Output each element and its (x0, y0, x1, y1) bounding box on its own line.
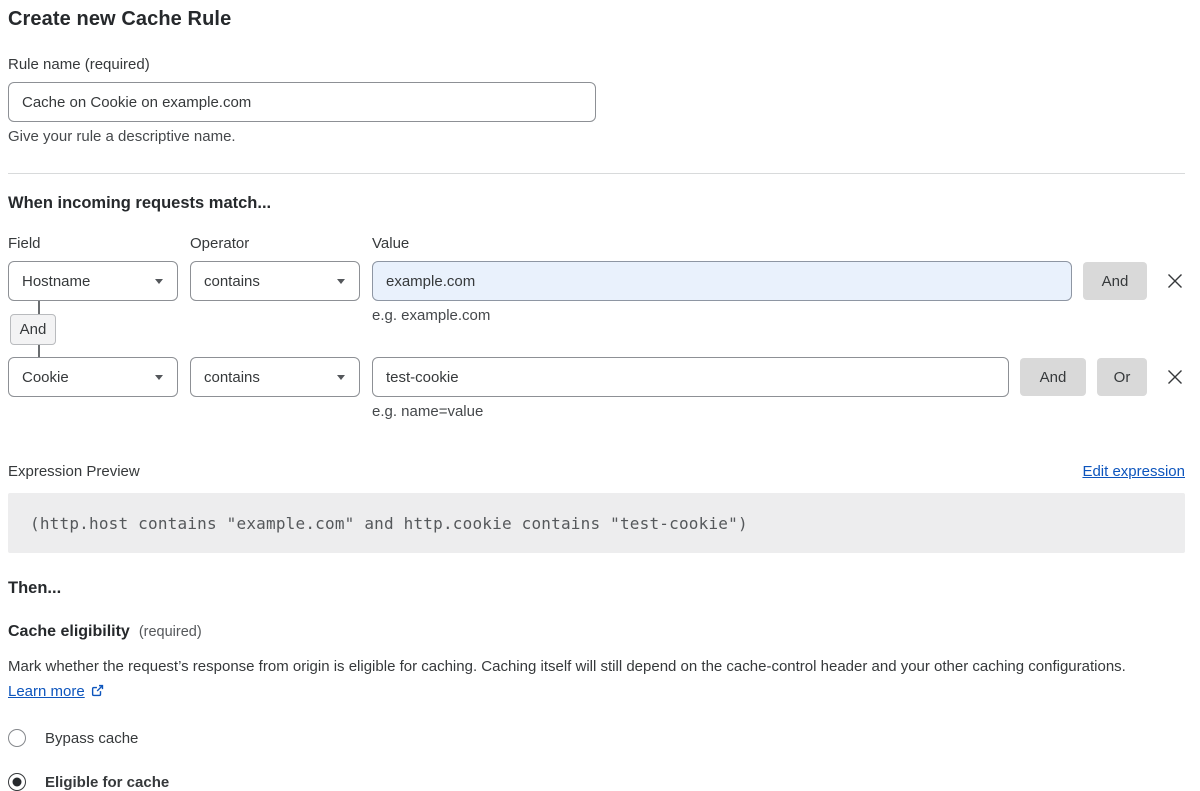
value-input[interactable] (372, 357, 1009, 397)
field-select[interactable]: Hostname (8, 261, 178, 301)
match-section-heading: When incoming requests match... (8, 194, 1185, 213)
condition-row: Hostname contains And (8, 261, 1185, 301)
add-or-condition-button[interactable]: Or (1097, 358, 1147, 396)
chevron-down-icon (155, 375, 163, 380)
value-hint: e.g. example.com (372, 307, 490, 324)
section-divider (8, 173, 1185, 174)
field-select-value: Cookie (22, 369, 69, 386)
cache-eligibility-heading: Cache eligibility (8, 623, 130, 641)
expression-preview-label: Expression Preview (8, 463, 140, 480)
eligibility-description: Mark whether the request’s response from… (8, 655, 1173, 706)
condition-connector-chip: And (10, 314, 56, 345)
edit-expression-link[interactable]: Edit expression (1082, 463, 1185, 480)
add-and-condition-button[interactable]: And (1020, 358, 1086, 396)
expression-code: (http.host contains "example.com" and ht… (30, 514, 748, 533)
radio-button-selected[interactable] (8, 773, 26, 791)
radio-option-bypass-cache[interactable]: Bypass cache (8, 729, 1185, 747)
remove-condition-button[interactable] (1165, 367, 1185, 387)
chevron-down-icon (155, 279, 163, 284)
rule-name-input[interactable] (8, 82, 596, 122)
add-and-condition-button[interactable]: And (1083, 262, 1147, 300)
operator-select[interactable]: contains (190, 261, 360, 301)
radio-option-eligible-for-cache[interactable]: Eligible for cache (8, 773, 1185, 791)
column-label-field: Field (8, 235, 190, 252)
rule-name-helper: Give your rule a descriptive name. (8, 128, 1185, 145)
radio-label: Bypass cache (45, 730, 138, 747)
field-select[interactable]: Cookie (8, 357, 178, 397)
create-cache-rule-page: Create new Cache Rule Rule name (require… (0, 0, 1200, 784)
learn-more-link[interactable]: Learn more (8, 683, 85, 700)
value-hint: e.g. name=value (8, 403, 1185, 420)
radio-button[interactable] (8, 729, 26, 747)
remove-condition-button[interactable] (1165, 271, 1185, 291)
field-select-value: Hostname (22, 273, 90, 290)
external-link-icon (90, 682, 105, 707)
chevron-down-icon (337, 279, 345, 284)
rule-name-label: Rule name (required) (8, 56, 1185, 73)
condition-connector-area: And e.g. example.com (8, 301, 1185, 357)
expression-preview-block: (http.host contains "example.com" and ht… (8, 493, 1185, 553)
column-label-value: Value (372, 235, 409, 252)
radio-label: Eligible for cache (45, 774, 169, 791)
operator-select[interactable]: contains (190, 357, 360, 397)
page-title: Create new Cache Rule (8, 8, 1185, 31)
eligibility-description-text: Mark whether the request’s response from… (8, 658, 1126, 675)
operator-select-value: contains (204, 369, 260, 386)
then-section-heading: Then... (8, 579, 1185, 598)
close-icon (1166, 368, 1184, 386)
operator-select-value: contains (204, 273, 260, 290)
column-label-operator: Operator (190, 235, 372, 252)
condition-column-labels: Field Operator Value (8, 235, 1185, 252)
required-label: (required) (139, 624, 202, 640)
close-icon (1166, 272, 1184, 290)
condition-row: Cookie contains And Or (8, 357, 1185, 397)
value-input[interactable] (372, 261, 1072, 301)
chevron-down-icon (337, 375, 345, 380)
